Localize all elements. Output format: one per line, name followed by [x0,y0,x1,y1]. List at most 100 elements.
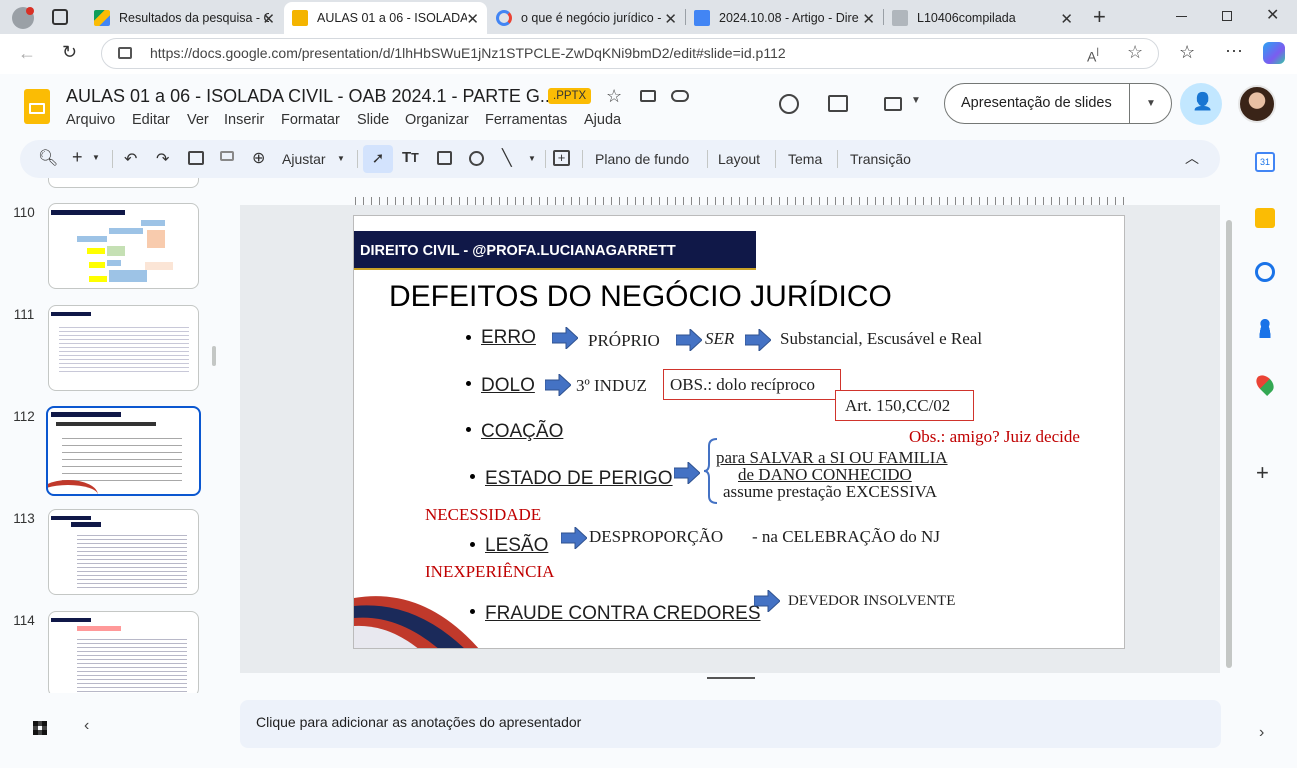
more-options-icon[interactable]: ··· [1225,40,1243,61]
site-info-icon[interactable] [118,47,132,59]
document-title[interactable]: AULAS 01 a 06 - ISOLADA CIVIL - OAB 2024… [66,86,555,107]
slide-thumbnail[interactable] [48,305,199,391]
necessidade-text: NECESSIDADE [425,505,542,524]
close-tab-icon[interactable]: ✕ [466,10,479,28]
slideshow-dropdown-icon[interactable]: ▼ [1146,84,1156,123]
collapse-toolbar-icon[interactable]: ︿ [1185,148,1199,168]
refresh-icon[interactable]: ↻ [62,42,77,63]
notes-resize-handle[interactable] [707,677,755,679]
menu-organizar[interactable]: Organizar [405,112,469,128]
read-aloud-icon[interactable]: Aꟾ [1087,39,1099,72]
close-tab-icon[interactable]: ✕ [1060,10,1073,28]
menu-formatar[interactable]: Formatar [281,112,340,128]
text-box-icon[interactable]: TT [402,149,419,166]
obs-dolo-text: OBS.: dolo recíproco [670,375,815,394]
move-folder-icon[interactable] [640,90,656,102]
add-addon-icon[interactable]: + [1256,460,1269,486]
menu-editar[interactable]: Editar [132,112,170,128]
meet-icon[interactable] [884,97,902,111]
restore-icon[interactable] [1222,11,1232,21]
slideshow-label: Apresentação de slides [961,95,1112,111]
shape-icon[interactable] [469,151,484,166]
start-slideshow-button[interactable]: Apresentação de slides ▼ [944,83,1172,124]
new-tab-icon[interactable]: + [1093,4,1106,30]
print-icon[interactable] [188,151,204,165]
tab-title: 2024.10.08 - Artigo - Dire [719,11,859,25]
tab-docs-article[interactable]: 2024.10.08 - Artigo - Dire ✕ [686,2,883,34]
search-menus-icon[interactable]: 🔍︎ [38,148,58,168]
slides-logo-icon[interactable] [24,89,50,124]
back-icon[interactable]: ← [18,43,36,64]
background-button[interactable]: Plano de fundo [595,151,689,167]
insert-image-icon[interactable] [437,151,452,165]
filmstrip-resize-handle[interactable] [212,346,216,366]
calendar-icon[interactable]: 31 [1255,152,1275,172]
menu-arquivo[interactable]: Arquivo [66,112,115,128]
close-tab-icon[interactable]: ✕ [862,10,875,28]
transition-button[interactable]: Transição [850,151,911,167]
favorite-star-icon[interactable]: ☆ [1127,38,1143,67]
line-icon[interactable]: ╲ [502,148,512,168]
menu-inserir[interactable]: Inserir [224,112,264,128]
menu-slide[interactable]: Slide [357,112,389,128]
theme-button[interactable]: Tema [788,151,822,167]
zoom-icon[interactable]: ⊕ [252,148,265,168]
grid-view-icon[interactable] [33,721,47,735]
copilot-icon[interactable] [1263,42,1285,64]
expand-panel-icon[interactable]: › [1259,724,1264,742]
slide-number: 113 [13,511,35,526]
speaker-notes[interactable]: Clique para adicionar as anotações do ap… [240,700,1221,748]
undo-icon[interactable]: ↶ [124,149,137,169]
keep-icon[interactable] [1255,208,1275,228]
avatar[interactable] [1238,85,1276,123]
tab-actions-icon[interactable] [52,9,68,25]
erro-result-text: Substancial, Escusável e Real [780,329,983,348]
collapse-filmstrip-icon[interactable]: ‹ [84,717,89,735]
proprio-text: PRÓPRIO [588,331,660,350]
close-window-icon[interactable]: ✕ [1266,5,1279,25]
article-text: Art. 150,CC/02 [845,396,951,415]
banner-text: DIREITO CIVIL - @PROFA.LUCIANAGARRETT [360,243,676,259]
comments-icon[interactable] [828,95,848,112]
meet-dropdown-icon[interactable]: ▼ [911,95,921,106]
minimize-icon[interactable] [1176,16,1187,17]
slide-number: 112 [13,409,35,424]
tab-search-results[interactable]: Resultados da pesquisa - G ✕ [86,2,283,34]
history-icon[interactable] [779,94,799,114]
share-button[interactable]: 👤 [1180,83,1222,125]
url-field[interactable]: https://docs.google.com/presentation/d/1… [101,38,1159,69]
star-icon[interactable]: ☆ [606,86,622,107]
slide-thumbnail-selected[interactable] [46,406,201,496]
new-slide-dropdown-icon[interactable]: ▼ [92,153,100,162]
line-dropdown-icon[interactable]: ▼ [528,154,536,163]
paint-format-icon[interactable] [220,151,234,161]
cloud-status-icon[interactable] [671,90,689,102]
menu-ferramentas[interactable]: Ferramentas [485,112,567,128]
slide-thumbnail[interactable] [48,611,199,693]
slide-thumbnail[interactable] [48,509,199,595]
slide-thumbnail[interactable] [48,203,199,289]
google-docs-icon [694,10,710,26]
close-tab-icon[interactable]: ✕ [262,10,275,28]
dolo-label: DOLO [481,375,535,396]
comment-add-icon[interactable]: + [553,150,570,166]
vertical-scrollbar[interactable] [1226,220,1232,668]
select-tool-icon[interactable]: ➚ [363,145,393,173]
menu-ajuda[interactable]: Ajuda [584,112,621,128]
profile-icon[interactable] [12,7,34,29]
menu-ver[interactable]: Ver [187,112,209,128]
tab-slides[interactable]: AULAS 01 a 06 - ISOLADA ✕ [284,2,487,34]
slide[interactable]: DIREITO CIVIL - @PROFA.LUCIANAGARRETT DE… [353,215,1125,649]
redo-icon[interactable]: ↷ [156,149,169,169]
zoom-select[interactable]: Ajustar [282,151,326,167]
layout-button[interactable]: Layout [718,151,760,167]
contacts-icon[interactable] [1258,318,1272,338]
close-tab-icon[interactable]: ✕ [664,10,677,28]
zoom-dropdown-icon[interactable]: ▼ [337,154,345,163]
tab-google-search[interactable]: o que é negócio jurídico - ✕ [488,2,685,34]
tab-law-text[interactable]: L10406compilada ✕ [884,2,1081,34]
tasks-icon[interactable] [1255,262,1275,282]
google-slides-icon [292,10,308,26]
favorites-icon[interactable]: ☆ [1179,42,1195,63]
new-slide-icon[interactable]: + [72,147,83,168]
